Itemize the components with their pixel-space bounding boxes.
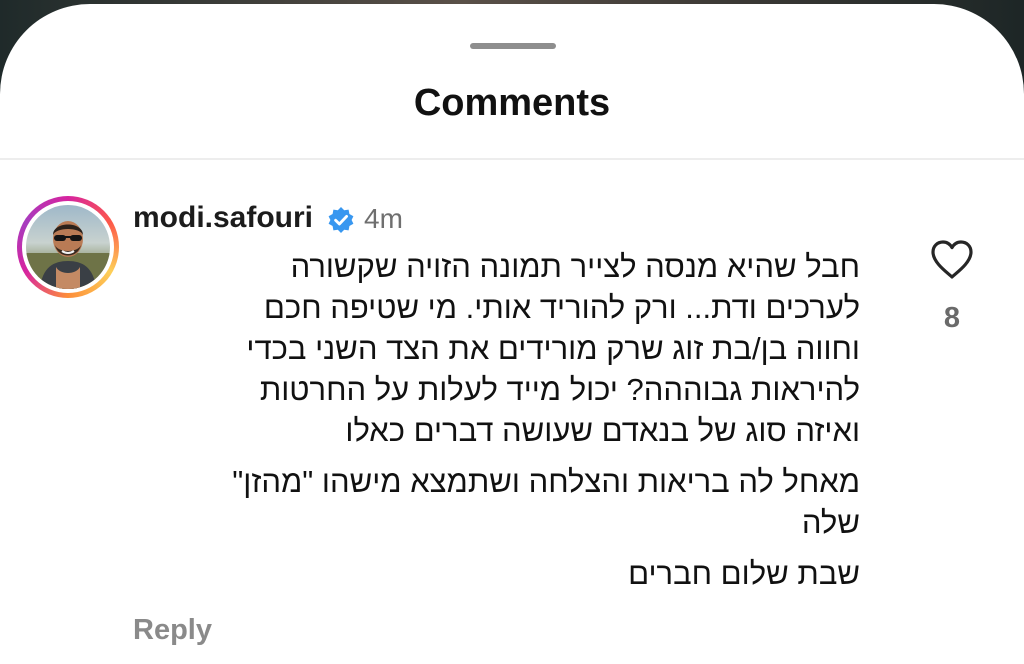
comment-paragraph: מאחל לה בריאות והצלחה ושתמצא מישהו "מהזן… bbox=[128, 461, 860, 543]
sheet-title: Comments bbox=[413, 82, 611, 124]
heart-outline-icon[interactable] bbox=[929, 238, 975, 280]
avatar[interactable] bbox=[26, 205, 110, 289]
comments-sheet: Comments modi.safouri 4m חבל שהיא מנסה ל… bbox=[0, 4, 1024, 664]
comment-paragraph: חבל שהיא מנסה לצייר תמונה הזויה שקשורה ל… bbox=[128, 246, 860, 451]
comment-username[interactable]: modi.safouri bbox=[133, 201, 313, 235]
reply-button[interactable]: Reply bbox=[133, 614, 212, 647]
story-ring[interactable] bbox=[17, 196, 119, 298]
comment-line: ואיזה סוג של בנאדם שעושה דברים כאלו bbox=[345, 413, 860, 448]
like-count: 8 bbox=[943, 302, 961, 334]
comment-line: שלה bbox=[801, 505, 860, 540]
drag-handle[interactable] bbox=[470, 43, 556, 49]
comment-paragraph: שבת שלום חברים bbox=[128, 553, 860, 594]
verified-badge-icon bbox=[328, 207, 354, 233]
header-divider bbox=[0, 158, 1024, 160]
comment-text: חבל שהיא מנסה לצייר תמונה הזויה שקשורה ל… bbox=[128, 246, 860, 604]
avatar-photo bbox=[26, 221, 110, 289]
comment-line: שבת שלום חברים bbox=[628, 556, 860, 591]
comment-line: להיראות גבוההה? יכול מייד לעלות על החרטו… bbox=[259, 372, 860, 407]
comment-timestamp: 4m bbox=[364, 203, 403, 234]
comment-line: לערכים ודת... ורק להוריד אותי. מי שטיפה … bbox=[263, 290, 860, 325]
comment-line: וחווה בן/בת זוג שרק מורידים את הצד השני … bbox=[246, 331, 860, 366]
comment-line: חבל שהיא מנסה לצייר תמונה הזויה שקשורה bbox=[290, 249, 860, 284]
comment-line: מאחל לה בריאות והצלחה ושתמצא מישהו "מהזן… bbox=[232, 464, 860, 499]
